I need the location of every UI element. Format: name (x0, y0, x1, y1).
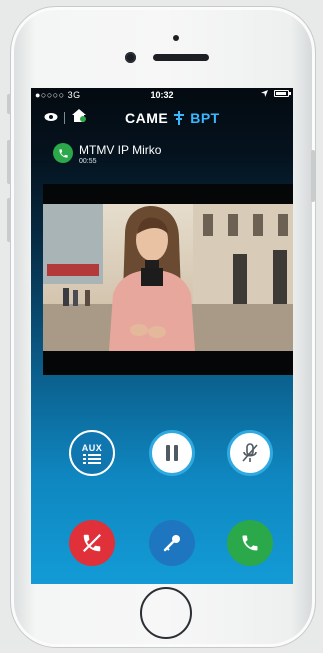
bpt-mark-icon (174, 111, 185, 125)
earpiece-speaker (153, 54, 209, 61)
aux-label: AUX (81, 443, 103, 453)
pause-button[interactable] (149, 430, 195, 476)
call-info: MTMV IP Mirko 00:55 (53, 143, 161, 166)
front-sensor (173, 35, 179, 41)
status-right (261, 90, 291, 97)
app-screen: ●○○○○ 3G 10:32 CAME BPT MTMV IP Mirko 00 (31, 88, 293, 584)
key-icon (163, 535, 180, 552)
caller-name: MTMV IP Mirko (79, 143, 162, 157)
mute-mic-button[interactable] (227, 430, 273, 476)
home-icon[interactable] (72, 109, 86, 122)
video-feed (43, 204, 293, 351)
mute-switch (7, 94, 11, 114)
app-header: CAME BPT (31, 104, 293, 132)
volume-down-button (7, 198, 11, 242)
pause-icon (166, 445, 178, 461)
video-feed-image (43, 204, 293, 351)
video-frame (43, 184, 293, 375)
eye-icon[interactable] (44, 111, 58, 121)
door-open-button[interactable] (149, 520, 195, 566)
battery-icon (274, 90, 291, 97)
brand-came: CAME (125, 110, 169, 126)
call-duration: 00:55 (79, 158, 97, 165)
mic-off-icon (242, 443, 258, 462)
location-arrow-icon (261, 90, 268, 97)
hangup-button[interactable] (69, 520, 115, 566)
front-camera (125, 52, 136, 63)
phone-icon (53, 143, 73, 163)
brand-bpt: BPT (190, 110, 220, 126)
power-button (311, 150, 315, 202)
status-bar: ●○○○○ 3G 10:32 (31, 88, 293, 102)
brand-logo: CAME BPT (125, 110, 220, 126)
list-icon (83, 454, 101, 464)
header-divider (64, 112, 65, 124)
answer-button[interactable] (227, 520, 273, 566)
hangup-icon (82, 533, 102, 553)
answer-icon (242, 535, 258, 551)
volume-up-button (7, 140, 11, 184)
home-button[interactable] (140, 587, 192, 639)
aux-button[interactable]: AUX (69, 430, 115, 476)
status-time: 10:32 (150, 90, 174, 100)
